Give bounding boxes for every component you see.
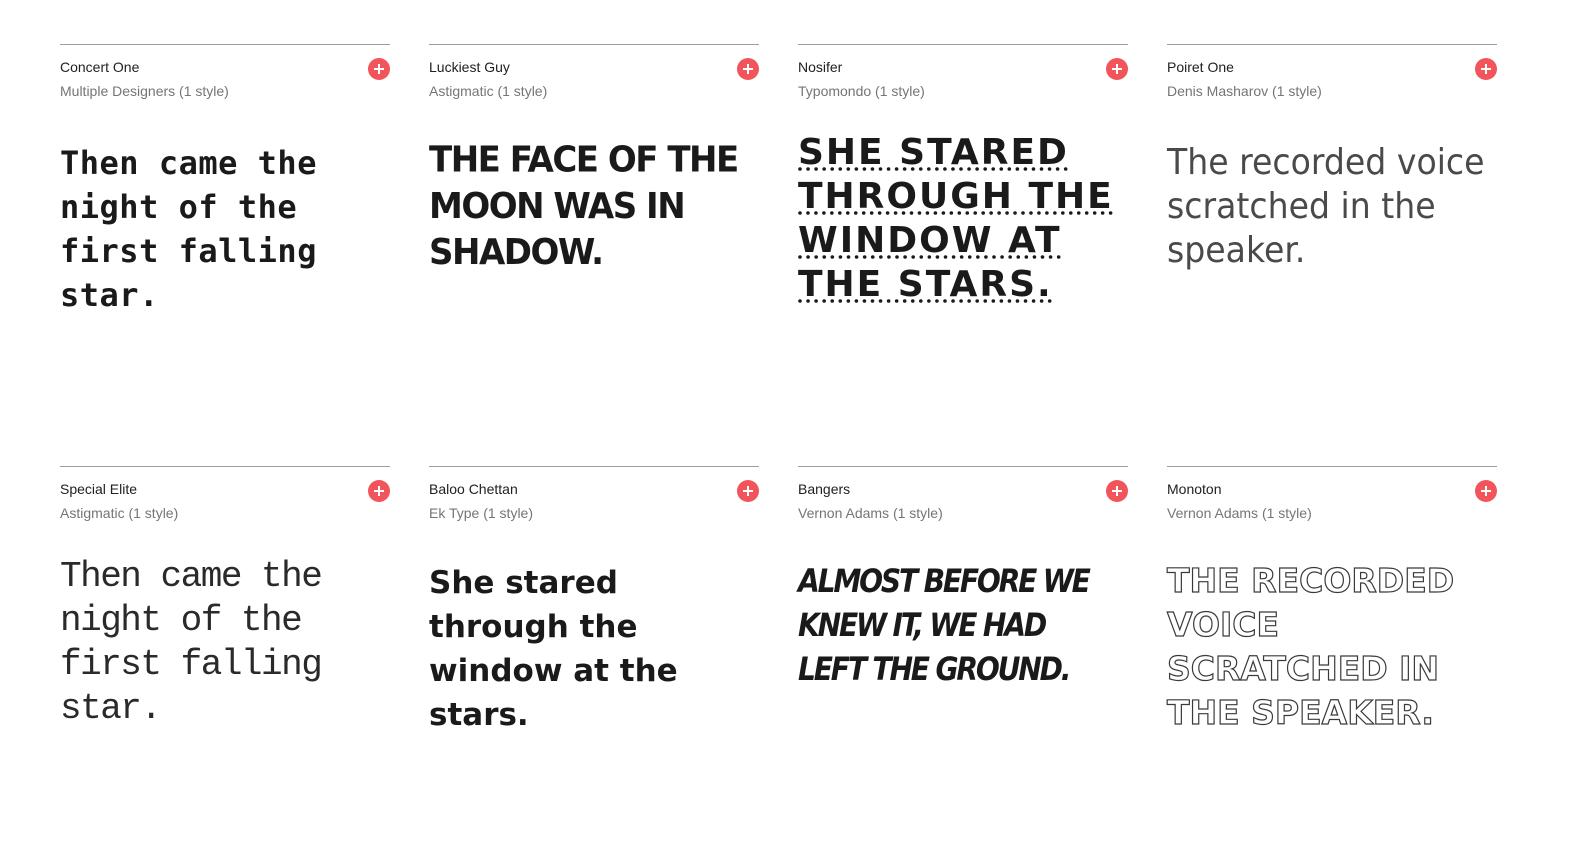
font-sample-text: She stared through the window at the sta…: [429, 565, 678, 733]
plus-icon: [743, 486, 753, 496]
font-name[interactable]: Special Elite: [60, 481, 137, 497]
font-card-grid: Concert One Multiple Designers (1 style)…: [60, 44, 1498, 826]
font-designer: Typomondo (1 style): [798, 83, 925, 99]
font-name[interactable]: Concert One: [60, 59, 139, 75]
add-font-button[interactable]: [1475, 58, 1497, 80]
add-font-button[interactable]: [737, 58, 759, 80]
plus-icon: [1112, 64, 1122, 74]
add-font-button[interactable]: [1475, 480, 1497, 502]
plus-icon: [374, 64, 384, 74]
font-sample-text: The recorded voice scratched in the spea…: [1166, 560, 1455, 732]
font-sample-text: The recorded voice scratched in the spea…: [1167, 142, 1485, 271]
plus-icon: [743, 64, 753, 74]
add-font-button[interactable]: [368, 58, 390, 80]
font-card-nosifer[interactable]: Nosifer Typomondo (1 style) She stared t…: [798, 44, 1128, 466]
add-font-button[interactable]: [737, 480, 759, 502]
plus-icon: [374, 486, 384, 496]
font-sample-text: Then came the night of the first falling…: [60, 144, 317, 314]
font-name[interactable]: Baloo Chettan: [429, 481, 518, 497]
font-designer: Vernon Adams (1 style): [1167, 505, 1312, 521]
font-sample-text: Almost before we knew it, we had left th…: [798, 562, 1091, 688]
font-card-poiret-one[interactable]: Poiret One Denis Masharov (1 style) The …: [1167, 44, 1497, 466]
font-card-special-elite[interactable]: Special Elite Astigmatic (1 style) Then …: [60, 466, 390, 826]
add-font-button[interactable]: [1106, 58, 1128, 80]
font-card-concert-one[interactable]: Concert One Multiple Designers (1 style)…: [60, 44, 390, 466]
font-designer: Denis Masharov (1 style): [1167, 83, 1322, 99]
font-name[interactable]: Monoton: [1167, 481, 1221, 497]
font-card-luckiest-guy[interactable]: Luckiest Guy Astigmatic (1 style) The fa…: [429, 44, 759, 466]
font-designer: Vernon Adams (1 style): [798, 505, 943, 521]
font-card-baloo-chettan[interactable]: Baloo Chettan Ek Type (1 style) She star…: [429, 466, 759, 826]
plus-icon: [1481, 64, 1491, 74]
font-designer: Multiple Designers (1 style): [60, 83, 229, 99]
font-name[interactable]: Poiret One: [1167, 59, 1234, 75]
font-designer: Ek Type (1 style): [429, 505, 534, 521]
font-name[interactable]: Luckiest Guy: [429, 59, 510, 75]
font-sample-text: She stared through the window at the sta…: [798, 132, 1114, 305]
font-designer: Astigmatic (1 style): [60, 505, 179, 521]
font-name[interactable]: Bangers: [798, 481, 850, 497]
plus-icon: [1481, 486, 1491, 496]
add-font-button[interactable]: [368, 480, 390, 502]
font-name[interactable]: Nosifer: [798, 59, 842, 75]
add-font-button[interactable]: [1106, 480, 1128, 502]
font-designer: Astigmatic (1 style): [429, 83, 548, 99]
font-sample-text: The face of the moon was in shadow.: [429, 139, 739, 274]
plus-icon: [1112, 486, 1122, 496]
font-card-bangers[interactable]: Bangers Vernon Adams (1 style) Almost be…: [798, 466, 1128, 826]
font-sample-text: Then came the night of the first falling…: [60, 556, 323, 729]
font-card-monoton[interactable]: Monoton Vernon Adams (1 style) The recor…: [1166, 466, 1497, 826]
